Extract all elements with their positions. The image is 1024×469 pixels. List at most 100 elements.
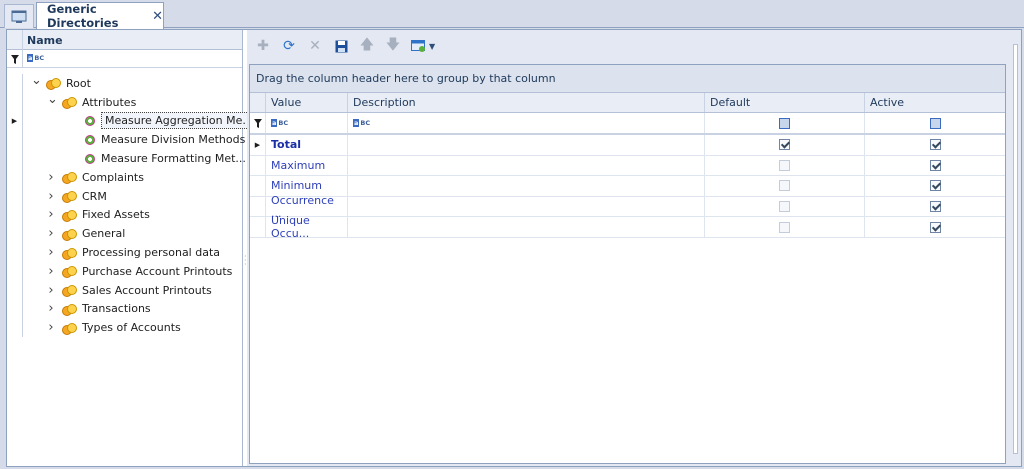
expand-icon[interactable]: › xyxy=(47,320,55,335)
expand-icon[interactable]: › xyxy=(47,301,55,316)
column-header-name[interactable]: Name xyxy=(27,34,63,47)
home-tab[interactable] xyxy=(4,4,34,28)
tree-item[interactable]: Measure Division Methods xyxy=(7,130,245,150)
expand-icon[interactable]: › xyxy=(47,207,55,222)
vertical-scrollbar[interactable] xyxy=(1011,30,1020,466)
add-icon[interactable]: ✚ xyxy=(253,36,273,56)
expand-icon[interactable]: › xyxy=(47,170,55,185)
row-selector[interactable] xyxy=(250,176,266,196)
group-panel[interactable]: Drag the column header here to group by … xyxy=(250,65,1005,93)
tree-item[interactable]: › Purchase Account Printouts xyxy=(7,261,243,281)
view-options-icon[interactable] xyxy=(409,36,429,56)
value-cell[interactable]: Maximum xyxy=(266,155,348,176)
column-header-active[interactable]: Active xyxy=(865,93,1005,112)
tab-generic-directories[interactable]: Generic Directories ✕ xyxy=(36,2,164,30)
value-cell[interactable]: Unique Occu... xyxy=(266,214,348,240)
delete-icon[interactable]: ✕ xyxy=(305,36,325,56)
row-selector[interactable] xyxy=(7,186,23,206)
tree-item[interactable]: › Types of Accounts xyxy=(7,318,243,338)
tree-item[interactable]: ⌄ Attributes xyxy=(7,92,243,112)
default-checkbox[interactable] xyxy=(779,139,790,151)
value-filter-input[interactable]: a BC xyxy=(266,113,348,133)
row-selector[interactable]: ▶ xyxy=(7,111,23,131)
row-selector[interactable] xyxy=(7,224,23,244)
default-checkbox[interactable] xyxy=(779,221,790,233)
tree-item[interactable]: Measure Formatting Met... xyxy=(7,149,246,168)
table-row[interactable]: Maximum xyxy=(250,155,1005,177)
row-selector[interactable] xyxy=(250,155,266,176)
table-row[interactable]: Occurrence ... xyxy=(250,194,1005,220)
active-checkbox-cell[interactable] xyxy=(865,197,1005,217)
expand-icon[interactable]: › xyxy=(47,283,55,298)
description-cell[interactable] xyxy=(348,155,705,176)
default-checkbox-cell[interactable] xyxy=(705,176,865,196)
active-checkbox[interactable] xyxy=(929,180,941,192)
tree-item[interactable]: › Fixed Assets xyxy=(7,205,243,225)
refresh-icon[interactable]: ⟳ xyxy=(279,36,299,56)
row-selector[interactable] xyxy=(7,261,23,281)
default-filter-checkbox[interactable] xyxy=(705,113,865,133)
description-filter-input[interactable]: a BC xyxy=(348,113,705,133)
default-checkbox[interactable] xyxy=(779,201,790,213)
row-selector[interactable] xyxy=(7,74,23,93)
active-checkbox[interactable] xyxy=(929,201,941,213)
description-cell[interactable] xyxy=(348,176,705,196)
table-row[interactable]: Minimum xyxy=(250,176,1005,197)
row-selector[interactable] xyxy=(7,149,23,168)
default-checkbox-cell[interactable] xyxy=(705,196,865,217)
active-checkbox-cell[interactable] xyxy=(865,217,1005,237)
default-checkbox[interactable] xyxy=(779,159,790,171)
row-selector[interactable] xyxy=(7,243,23,262)
active-filter-checkbox[interactable] xyxy=(865,113,1005,133)
chevron-down-icon[interactable]: ▼ xyxy=(429,42,435,51)
description-cell[interactable] xyxy=(348,196,705,217)
active-checkbox-cell[interactable] xyxy=(865,176,1005,196)
active-checkbox[interactable] xyxy=(929,139,941,151)
active-checkbox[interactable] xyxy=(929,159,941,171)
tree-item[interactable]: › CRM xyxy=(7,186,243,206)
collapse-icon[interactable]: ⌄ xyxy=(31,73,42,88)
move-down-icon[interactable]: 🡇 xyxy=(383,36,403,56)
active-checkbox-cell[interactable] xyxy=(865,135,1005,155)
row-selector[interactable] xyxy=(7,167,23,187)
default-checkbox[interactable] xyxy=(779,180,790,192)
tree-item[interactable]: › Complaints xyxy=(7,167,243,187)
save-icon[interactable] xyxy=(331,36,351,56)
default-checkbox-cell[interactable] xyxy=(705,135,865,155)
row-selector[interactable] xyxy=(7,280,23,300)
scrollbar-thumb[interactable] xyxy=(1013,44,1018,454)
tree-item[interactable]: ⌄ Root xyxy=(7,73,243,93)
default-checkbox-cell[interactable] xyxy=(705,155,865,176)
collapse-icon[interactable]: ⌄ xyxy=(47,92,58,107)
move-up-icon[interactable]: 🡅 xyxy=(357,36,377,56)
description-cell[interactable] xyxy=(348,217,705,237)
expand-icon[interactable]: › xyxy=(47,226,55,241)
tree-item[interactable]: › Processing personal data xyxy=(7,243,243,262)
active-checkbox[interactable] xyxy=(929,221,941,233)
default-checkbox-cell[interactable] xyxy=(705,217,865,237)
table-row[interactable]: ▶ Total xyxy=(250,135,1005,156)
value-cell[interactable]: Total xyxy=(266,135,348,155)
expand-icon[interactable]: › xyxy=(47,264,55,279)
row-selector[interactable] xyxy=(250,217,266,237)
column-header-default[interactable]: Default xyxy=(705,93,865,112)
tree-filter-row[interactable]: a BC xyxy=(7,50,242,68)
expand-icon[interactable]: › xyxy=(47,245,55,260)
row-selector[interactable] xyxy=(7,318,23,338)
column-header-description[interactable]: Description xyxy=(348,93,705,112)
table-row[interactable]: Unique Occu... xyxy=(250,214,1005,240)
tree-item[interactable]: › Transactions xyxy=(7,299,243,319)
close-icon[interactable]: ✕ xyxy=(152,9,163,24)
row-selector[interactable] xyxy=(7,130,23,150)
tree-item[interactable]: › General xyxy=(7,224,243,244)
tree-item[interactable]: ▶ Measure Aggregation Me... xyxy=(7,111,257,131)
tree-item[interactable]: › Sales Account Printouts xyxy=(7,280,243,300)
description-cell[interactable] xyxy=(348,135,705,155)
column-header-value[interactable]: Value xyxy=(266,93,348,112)
row-selector[interactable] xyxy=(7,205,23,225)
row-selector[interactable]: ▶ xyxy=(250,135,266,155)
row-selector[interactable] xyxy=(7,299,23,319)
active-checkbox-cell[interactable] xyxy=(865,156,1005,176)
expand-icon[interactable]: › xyxy=(47,189,55,204)
row-selector[interactable] xyxy=(250,196,266,217)
